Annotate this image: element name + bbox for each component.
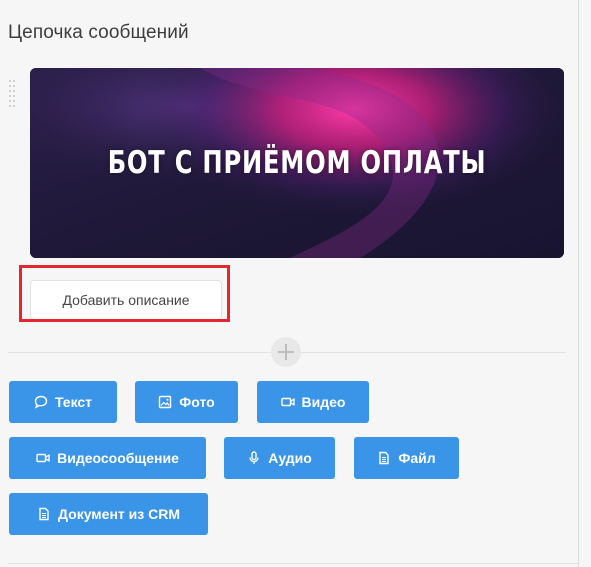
add-photo-button[interactable]: Фото	[135, 381, 238, 423]
add-text-button[interactable]: Текст	[9, 381, 117, 423]
banner-image[interactable]: БОТ С ПРИЁМОМ ОПЛАТЫ	[30, 68, 564, 258]
add-photo-label: Фото	[179, 394, 215, 410]
add-file-button[interactable]: Файл	[354, 437, 459, 479]
panel-border	[578, 0, 579, 567]
video-camera-icon	[280, 395, 295, 409]
chat-bubble-icon	[34, 395, 48, 409]
add-video-message-button[interactable]: Видеосообщение	[9, 437, 206, 479]
add-file-label: Файл	[398, 450, 436, 466]
image-icon	[158, 395, 172, 409]
video-camera-icon	[36, 451, 50, 465]
drag-handle-icon[interactable]	[9, 80, 17, 110]
document-icon	[37, 507, 51, 521]
banner-title: БОТ С ПРИЁМОМ ОПЛАТЫ	[107, 145, 487, 181]
add-video-button[interactable]: Видео	[257, 381, 369, 423]
bottom-divider	[8, 563, 578, 564]
add-video-message-label: Видеосообщение	[57, 450, 179, 466]
add-crm-document-label: Документ из CRM	[58, 506, 180, 522]
add-audio-button[interactable]: Аудио	[224, 437, 335, 479]
add-video-label: Видео	[301, 394, 346, 410]
add-audio-label: Аудио	[268, 450, 312, 466]
add-text-label: Текст	[54, 394, 93, 410]
document-icon	[377, 451, 391, 465]
message-chain-panel: Цепочка сообщений БОТ С ПРИЁМОМ ОПЛАТЫ Д…	[0, 0, 591, 567]
page-title: Цепочка сообщений	[8, 22, 189, 43]
highlight-box	[19, 265, 230, 322]
plus-icon[interactable]	[271, 337, 301, 367]
add-crm-document-button[interactable]: Документ из CRM	[9, 493, 208, 535]
microphone-icon	[247, 451, 261, 465]
